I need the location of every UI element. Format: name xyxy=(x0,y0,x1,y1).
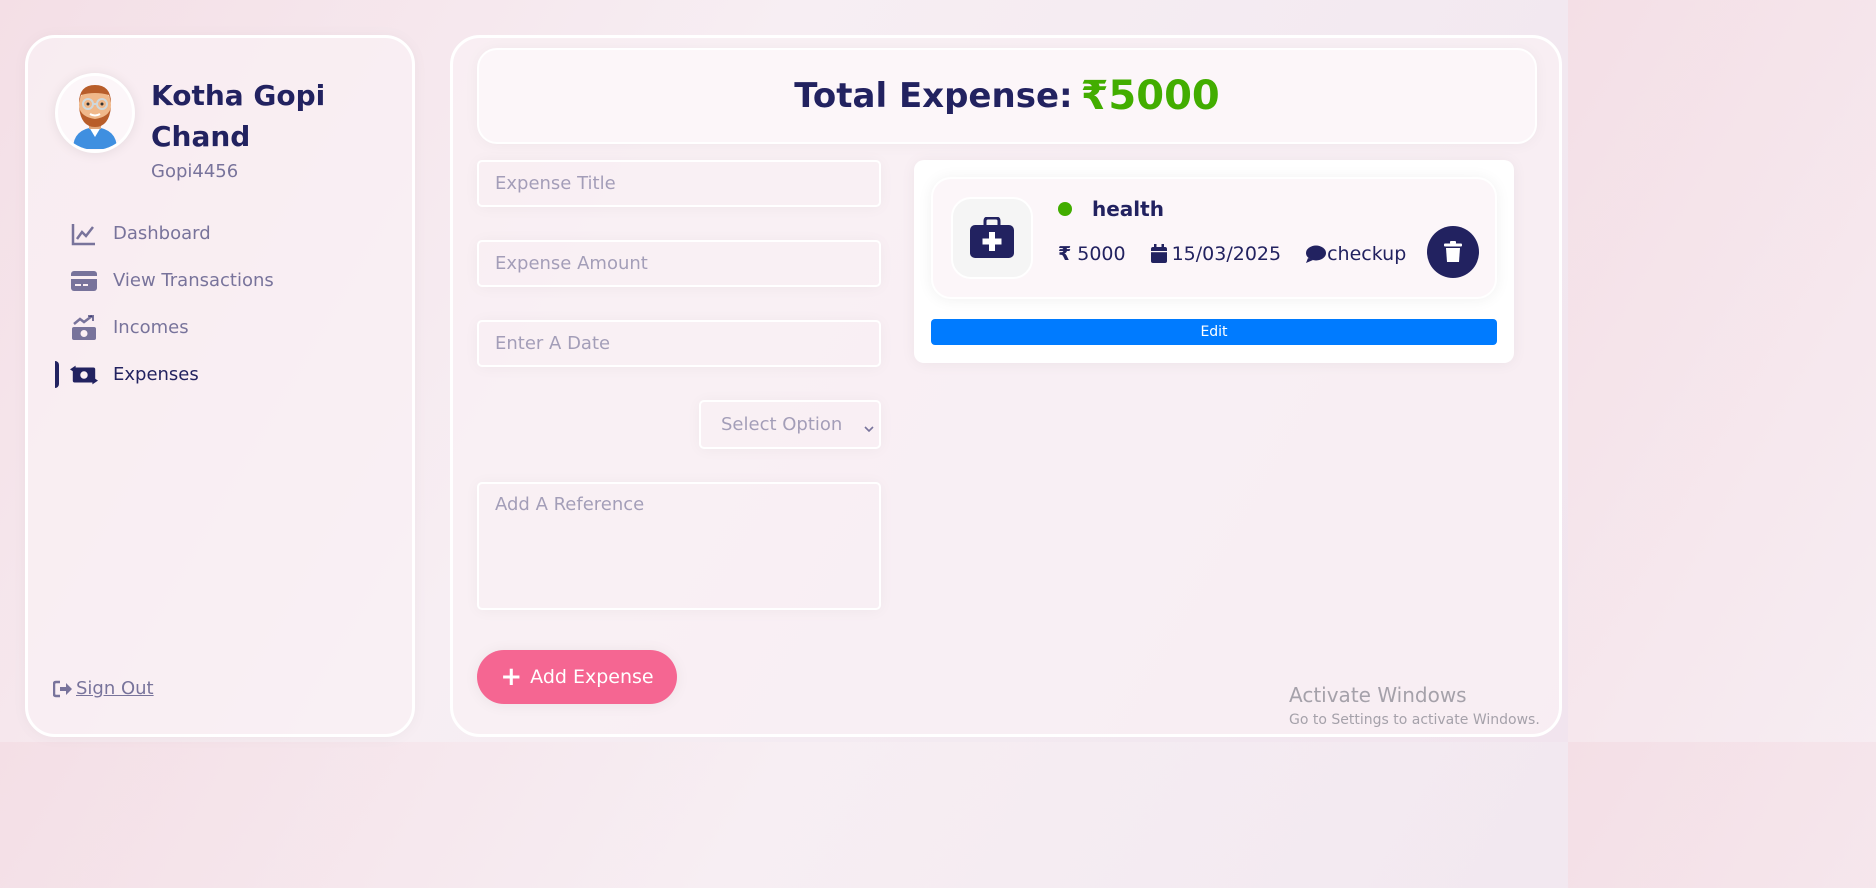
add-expense-button[interactable]: + Add Expense xyxy=(477,650,677,704)
total-expense-label: Total Expense: xyxy=(794,76,1073,116)
calendar-icon xyxy=(1150,244,1167,263)
sidebar-item-view-transactions[interactable]: View Transactions xyxy=(55,257,395,304)
sidebar-item-dashboard[interactable]: Dashboard xyxy=(55,210,395,257)
edit-button[interactable]: Edit xyxy=(931,319,1497,345)
sidebar-item-expenses[interactable]: Expenses xyxy=(55,351,395,398)
delete-button[interactable] xyxy=(1427,226,1479,278)
sign-out-link[interactable]: Sign Out xyxy=(53,678,154,699)
expense-date-input[interactable] xyxy=(477,320,881,367)
expense-title-input[interactable] xyxy=(477,160,881,207)
user-profile: Kotha Gopi Chand Gopi4456 xyxy=(55,73,361,182)
expense-list: health ₹ 5000 15/03/2025 checkup Edit xyxy=(914,160,1514,363)
expense-item-note-value: checkup xyxy=(1327,243,1407,265)
activate-windows-watermark: Activate Windows Go to Settings to activ… xyxy=(1289,683,1540,728)
money-transfer-icon xyxy=(70,361,98,389)
expense-item: health ₹ 5000 15/03/2025 checkup xyxy=(931,177,1497,299)
expense-item-note: checkup xyxy=(1305,243,1406,265)
credit-card-icon xyxy=(70,267,98,295)
user-name: Kotha Gopi Chand xyxy=(151,79,326,153)
trash-icon xyxy=(1444,241,1462,262)
rupee-icon: ₹ xyxy=(1058,243,1072,265)
chevron-down-icon xyxy=(863,418,875,439)
expense-item-amount: ₹ 5000 xyxy=(1058,243,1126,265)
expense-item-date: 15/03/2025 xyxy=(1150,243,1282,265)
reference-textarea[interactable] xyxy=(477,482,881,610)
medical-kit-icon xyxy=(951,197,1033,279)
sidebar-item-incomes[interactable]: Incomes xyxy=(55,304,395,351)
money-trend-icon xyxy=(70,314,98,342)
sidebar-item-label: Expenses xyxy=(113,364,199,385)
add-expense-label: Add Expense xyxy=(530,666,654,688)
avatar xyxy=(55,73,135,153)
comment-icon xyxy=(1306,245,1327,263)
category-select[interactable]: Select Option xyxy=(699,400,881,449)
nav-menu: Dashboard View Transactions Incomes Expe… xyxy=(55,210,395,398)
expense-item-amount-value: 5000 xyxy=(1077,243,1126,265)
chart-line-icon xyxy=(70,220,98,248)
expense-amount-input[interactable] xyxy=(477,240,881,287)
expense-item-title: health xyxy=(1092,197,1164,221)
watermark-title: Activate Windows xyxy=(1289,683,1467,707)
sidebar: Kotha Gopi Chand Gopi4456 Dashboard View… xyxy=(25,35,415,737)
watermark-subtitle: Go to Settings to activate Windows. xyxy=(1289,712,1540,728)
sign-out-label: Sign Out xyxy=(76,678,154,699)
total-expense-banner: Total Expense: ₹5000 xyxy=(477,48,1537,144)
sidebar-item-label: Dashboard xyxy=(113,223,211,244)
total-expense-amount: ₹5000 xyxy=(1080,73,1220,119)
expense-item-date-value: 15/03/2025 xyxy=(1171,243,1282,265)
plus-icon: + xyxy=(500,662,523,692)
main-panel: Total Expense: ₹5000 Select Option + Add… xyxy=(450,35,1562,737)
sign-out-icon xyxy=(53,680,72,697)
user-handle: Gopi4456 xyxy=(151,161,239,182)
sidebar-item-label: Incomes xyxy=(113,317,189,338)
sidebar-item-label: View Transactions xyxy=(113,270,274,291)
category-select-value: Select Option xyxy=(721,414,843,435)
status-dot xyxy=(1058,202,1072,216)
